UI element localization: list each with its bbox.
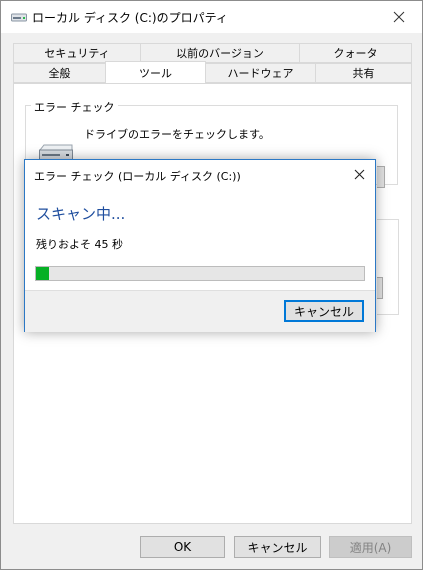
footer-cancel-button[interactable]: キャンセル [234,536,321,558]
dialog-close-icon[interactable] [354,169,365,183]
time-remaining: 残りおよそ 45 秒 [36,238,123,251]
tab-label: ツール [139,66,172,80]
optimize-group-edge [377,219,399,315]
tab-tools[interactable]: ツール [105,61,206,83]
dialog-footer: キャンセル [25,290,375,332]
tab-label: ハードウェア [227,67,294,80]
tab-label: 全般 [48,67,71,80]
ok-button[interactable]: OK [140,536,225,558]
window-title: ローカル ディスク (C:)のプロパティ [32,11,228,25]
close-icon[interactable] [376,1,422,33]
title-bar[interactable]: ローカル ディスク (C:)のプロパティ [1,1,422,33]
dialog-cancel-label: キャンセル [293,304,354,319]
tab-hardware[interactable]: ハードウェア [205,63,316,83]
dialog-title: エラー チェック (ローカル ディスク (C:)) [34,170,241,183]
tab-label: セキュリティ [44,47,110,60]
apply-button: 適用(A) [329,536,412,558]
tab-previous-versions[interactable]: 以前のバージョン [140,43,300,63]
tab-sharing[interactable]: 共有 [315,63,412,83]
tab-label: 共有 [352,67,375,80]
drive-icon [11,11,28,23]
error-check-label: エラー チェック [31,99,118,115]
ok-label: OK [173,540,192,554]
apply-label: 適用(A) [349,540,392,555]
tab-security[interactable]: セキュリティ [13,43,141,63]
progress-fill [36,267,49,280]
scan-progress-bar [35,266,365,281]
check-button-edge[interactable] [377,166,385,188]
tab-label: クォータ [333,47,378,60]
optimize-button-edge[interactable] [377,277,383,299]
tab-general[interactable]: 全般 [13,63,106,83]
tab-quota[interactable]: クォータ [299,43,412,63]
scanning-heading: スキャン中... [36,205,126,223]
error-check-description: ドライブのエラーをチェックします。 [84,128,270,141]
cancel-label: キャンセル [247,540,308,555]
error-check-dialog: エラー チェック (ローカル ディスク (C:)) スキャン中... 残りおよそ… [24,159,376,332]
tab-label: 以前のバージョン [176,47,264,60]
dialog-title-bar[interactable]: エラー チェック (ローカル ディスク (C:)) [25,160,375,190]
dialog-cancel-button[interactable]: キャンセル [284,300,364,322]
dialog-body: スキャン中... 残りおよそ 45 秒 [25,190,375,290]
